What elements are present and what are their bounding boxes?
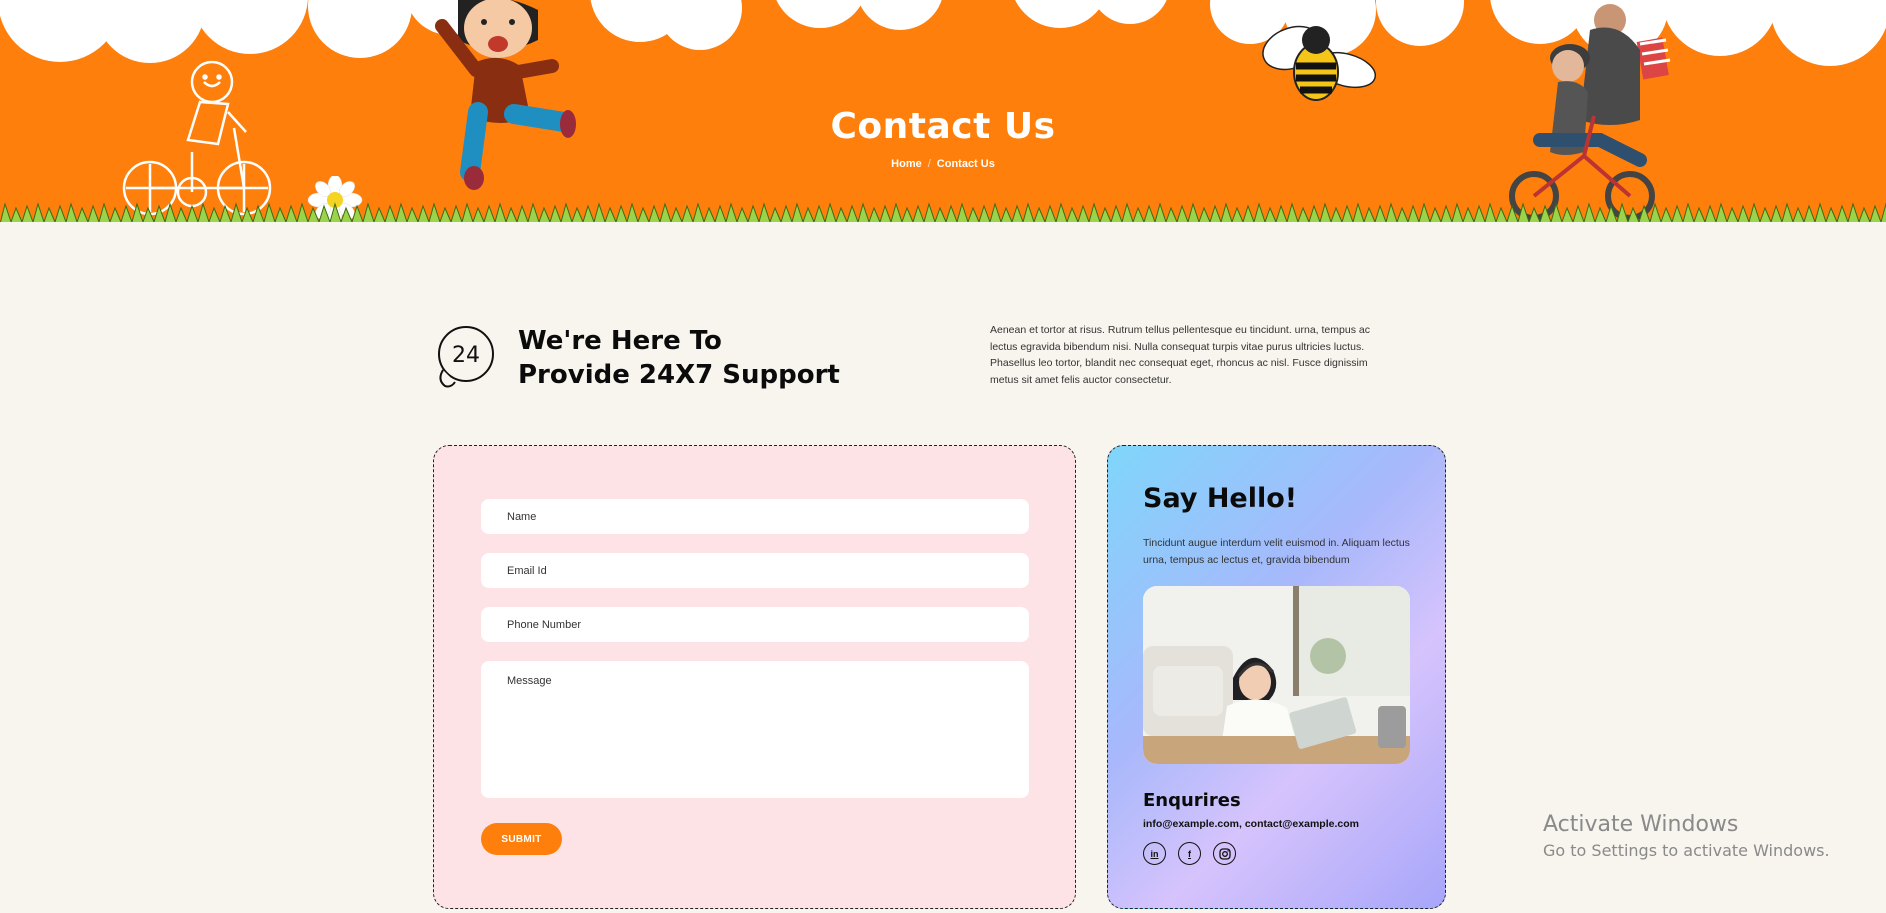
enquiries-emails: info@example.com, contact@example.com	[1143, 818, 1359, 830]
grass-decoration	[0, 202, 1886, 228]
instagram-glyph	[1218, 847, 1231, 860]
say-hello-card: Say Hello! Tincidunt augue interdum veli…	[1107, 445, 1446, 909]
24-hour-support-icon: 24	[438, 326, 494, 388]
name-input[interactable]	[481, 499, 1029, 534]
breadcrumb-home-link[interactable]: Home	[891, 158, 922, 170]
watermark-line2: Go to Settings to activate Windows.	[1543, 841, 1830, 860]
page-title: Contact Us	[830, 106, 1056, 147]
email-input[interactable]	[481, 553, 1029, 588]
jumping-kid-illustration	[435, 0, 576, 190]
watermark-line1: Activate Windows	[1543, 812, 1739, 837]
support-description: Aenean et tortor at risus. Rutrum tellus…	[990, 324, 1370, 386]
support-icon-text: 24	[452, 343, 480, 368]
support-heading-line1: We're Here To	[518, 326, 722, 356]
page-hero: Contact Us Home / Contact Us	[0, 0, 1886, 228]
facebook-icon[interactable]: f	[1178, 842, 1201, 865]
girl-studying-photo	[1143, 586, 1410, 764]
social-links: in f	[1143, 842, 1236, 865]
say-hello-title: Say Hello!	[1143, 483, 1298, 514]
support-heading-line2: Provide 24X7 Support	[518, 360, 840, 390]
message-textarea[interactable]	[481, 661, 1029, 798]
enquiries-title: Enqurires	[1143, 790, 1241, 811]
linkedin-icon[interactable]: in	[1143, 842, 1166, 865]
contact-form-card: SUBMIT	[433, 445, 1076, 909]
support-intro: 24 We're Here To Provide 24X7 Support Ae…	[433, 322, 1453, 392]
submit-button[interactable]: SUBMIT	[481, 823, 562, 855]
breadcrumb-separator: /	[927, 158, 931, 170]
bee-illustration	[1262, 25, 1377, 101]
support-heading: We're Here To Provide 24X7 Support	[518, 324, 840, 392]
instagram-icon[interactable]	[1213, 842, 1236, 865]
breadcrumb-current: Contact Us	[936, 158, 995, 170]
breadcrumb: Home / Contact Us	[0, 158, 1886, 170]
say-hello-text: Tincidunt augue interdum velit euismod i…	[1143, 537, 1410, 566]
phone-input[interactable]	[481, 607, 1029, 642]
windows-activation-watermark: Activate Windows Go to Settings to activ…	[1543, 812, 1830, 860]
